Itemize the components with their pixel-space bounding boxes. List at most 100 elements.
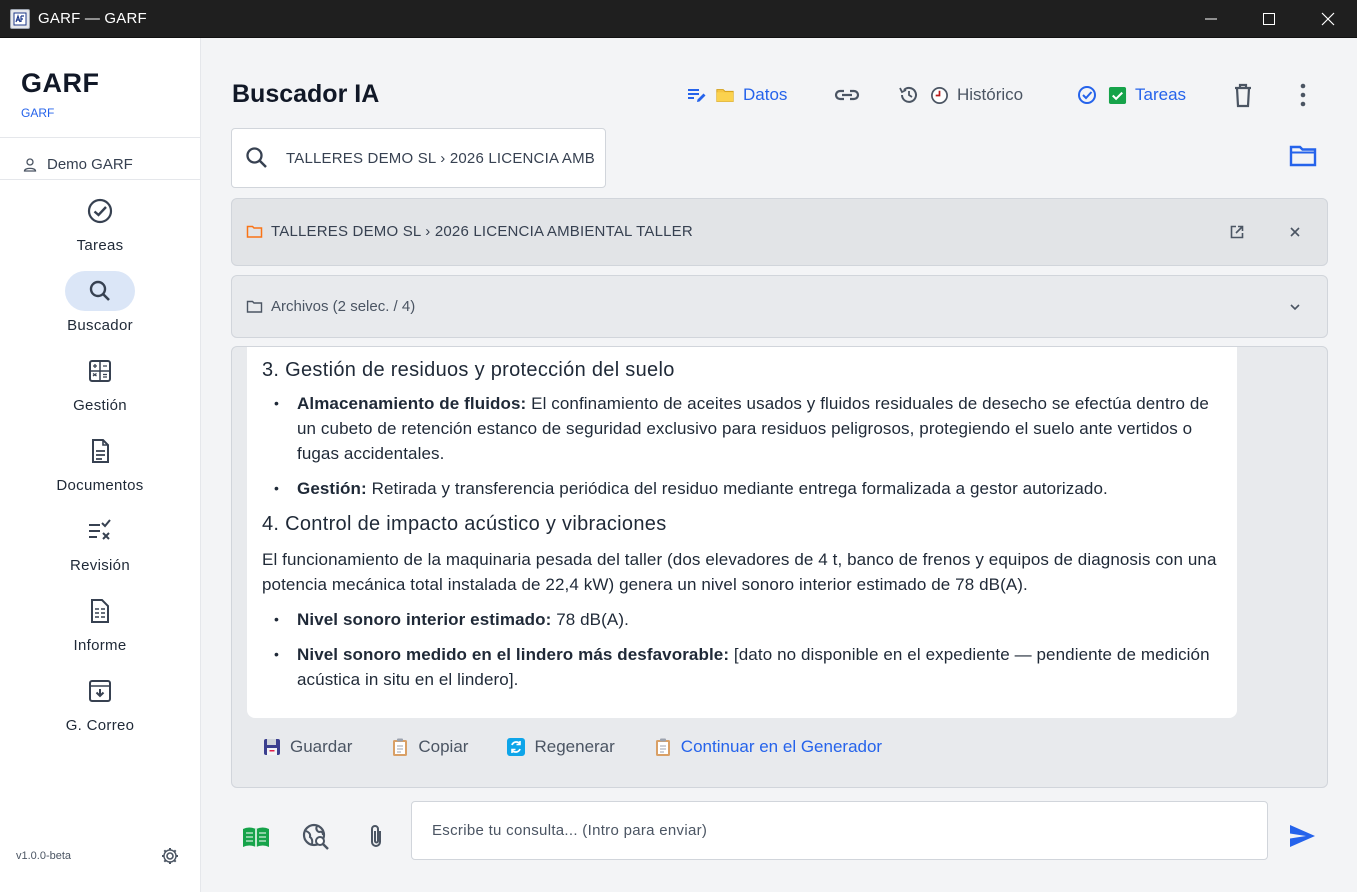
section-heading: 4. Control de impacto acústico y vibraci… — [262, 513, 667, 535]
calculator-icon — [89, 360, 111, 382]
minimize-button[interactable] — [1182, 0, 1240, 38]
files-header[interactable]: Archivos (2 selec. / 4) — [246, 298, 415, 315]
floppy-icon — [264, 739, 280, 755]
sidebar-item-revision[interactable]: Revisión — [0, 511, 200, 587]
open-external-icon[interactable] — [1228, 223, 1246, 241]
clock-icon — [931, 86, 948, 104]
checkbox-green-icon — [1108, 86, 1127, 104]
sidebar-item-correo[interactable]: G. Correo — [0, 671, 200, 747]
app-version: v1.0.0-beta — [16, 850, 72, 862]
refresh-icon — [507, 738, 526, 756]
sidebar-item-label: Documentos — [56, 477, 144, 494]
list-item: Nivel sonoro medido en el lindero más de… — [262, 642, 1221, 692]
bullet-text: Retirada y transferencia periódica del r… — [366, 479, 1108, 498]
close-icon — [1321, 12, 1335, 26]
tareas-button[interactable]: Tareas — [1076, 80, 1186, 110]
archive-icon — [89, 680, 111, 702]
bullet-list: Nivel sonoro interior estimado: 78 dB(A)… — [262, 607, 1221, 692]
chat-placeholder: Escribe tu consulta... (Intro para envia… — [432, 822, 708, 839]
close-icon[interactable] — [1286, 223, 1304, 241]
search-value: TALLERES DEMO SL › 2026 LICENCIA AMB — [286, 149, 595, 167]
regenerate-label: Regenerar — [534, 737, 615, 756]
app-icon — [10, 8, 30, 29]
folder-yellow-icon — [716, 89, 734, 102]
section-heading: 3. Gestión de residuos y protección del … — [262, 359, 675, 381]
bullet-text: 78 dB(A). — [551, 610, 629, 629]
save-button[interactable]: Guardar — [262, 737, 352, 757]
sidebar-item-informe[interactable]: Informe — [0, 591, 200, 667]
gear-icon[interactable] — [160, 846, 180, 866]
history-icon — [899, 86, 917, 103]
divider — [0, 179, 200, 180]
sidebar: GARF GARF Demo GARF Tareas Buscador Gest… — [0, 38, 201, 892]
copy-button[interactable]: Copiar — [390, 737, 468, 757]
list-item: Gestión: Retirada y transferencia periód… — [262, 476, 1221, 501]
context-path[interactable]: TALLERES DEMO SL › 2026 LICENCIA AMBIENT… — [246, 223, 693, 240]
maximize-button[interactable] — [1240, 0, 1298, 38]
chevron-down-icon[interactable] — [1286, 298, 1304, 316]
answer-content: 3. Gestión de residuos y protección del … — [247, 347, 1237, 702]
list-check-icon — [89, 519, 111, 540]
brand-title: GARF — [21, 68, 100, 98]
book-icon[interactable] — [241, 822, 271, 852]
list-item: Nivel sonoro interior estimado: 78 dB(A)… — [262, 607, 1221, 632]
link-icon[interactable] — [833, 80, 861, 110]
sidebar-item-buscador[interactable]: Buscador — [0, 271, 200, 347]
more-vert-icon[interactable] — [1293, 80, 1313, 110]
globe-search-icon[interactable] — [301, 822, 331, 852]
clipboard-icon — [655, 738, 670, 756]
context-path-label: TALLERES DEMO SL › 2026 LICENCIA AMBIENT… — [271, 223, 693, 240]
user-name: Demo GARF — [47, 156, 133, 173]
sidebar-item-label: Informe — [73, 637, 127, 654]
chat-input[interactable]: Escribe tu consulta... (Intro para envia… — [411, 801, 1268, 860]
datos-button[interactable]: Datos — [685, 80, 787, 110]
folder-icon — [246, 300, 263, 313]
bullet-label: Gestión: — [297, 479, 367, 498]
maximize-icon — [1263, 13, 1275, 25]
list-item: Almacenamiento de fluidos: El confinamie… — [262, 391, 1221, 466]
trash-icon[interactable] — [1232, 80, 1254, 110]
sidebar-item-label: G. Correo — [65, 717, 135, 734]
edit-note-icon — [688, 89, 706, 102]
sidebar-item-label: Buscador — [67, 317, 133, 334]
bullet-list: Almacenamiento de fluidos: El confinamie… — [262, 391, 1221, 501]
person-icon — [23, 157, 37, 172]
check-circle-icon — [87, 198, 113, 224]
close-window-button[interactable] — [1299, 0, 1357, 38]
user-info[interactable]: Demo GARF — [22, 156, 133, 173]
clipboard-icon — [393, 738, 408, 756]
page-title: Buscador IA — [232, 80, 380, 108]
truncated-line — [262, 347, 1221, 357]
sidebar-item-label: Revisión — [70, 557, 130, 574]
regenerate-button[interactable]: Regenerar — [506, 737, 615, 757]
window-title: GARF — GARF — [38, 10, 147, 27]
files-label: Archivos (2 selec. / 4) — [271, 298, 416, 315]
folder-open-icon — [246, 225, 263, 238]
sidebar-item-label: Tareas — [76, 237, 124, 254]
paperclip-icon[interactable] — [361, 822, 391, 852]
historico-button[interactable]: Histórico — [898, 80, 1023, 110]
sidebar-item-tareas[interactable]: Tareas — [0, 191, 200, 267]
files-panel[interactable]: Archivos (2 selec. / 4) — [231, 275, 1328, 338]
paragraph: El funcionamiento de la maquinaria pesad… — [262, 550, 1217, 594]
continue-generator-label: Continuar en el Generador — [680, 737, 883, 756]
folder-icon[interactable] — [1288, 140, 1318, 170]
sidebar-item-documentos[interactable]: Documentos — [0, 431, 200, 507]
tareas-label: Tareas — [1135, 85, 1187, 104]
continue-generator-button[interactable]: Continuar en el Generador — [653, 737, 882, 757]
context-panel: TALLERES DEMO SL › 2026 LICENCIA AMBIENT… — [231, 198, 1328, 266]
window-titlebar: GARF — GARF — [0, 0, 1357, 38]
report-icon — [91, 599, 109, 623]
search-icon — [246, 147, 267, 168]
answer-card: 3. Gestión de residuos y protección del … — [247, 347, 1237, 718]
search-input[interactable]: TALLERES DEMO SL › 2026 LICENCIA AMB — [231, 128, 606, 188]
save-label: Guardar — [290, 737, 353, 756]
main-area: Buscador IA Datos Histórico Tareas TALLE… — [201, 38, 1357, 892]
search-icon — [89, 280, 110, 301]
historico-label: Histórico — [957, 85, 1024, 104]
document-icon — [92, 439, 109, 463]
sidebar-item-gestion[interactable]: Gestión — [0, 351, 200, 427]
copy-label: Copiar — [418, 737, 469, 756]
answer-panel: 3. Gestión de residuos y protección del … — [231, 346, 1328, 788]
send-icon[interactable] — [1287, 821, 1317, 851]
